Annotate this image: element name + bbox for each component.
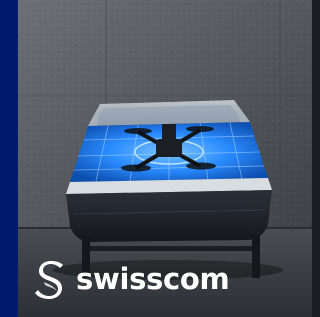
- swisscom-logo: swisscom: [30, 258, 230, 300]
- image-frame: swisscom: [0, 0, 312, 317]
- brand-side-bar: [0, 0, 18, 317]
- brand-name: swisscom: [76, 262, 230, 296]
- swisscom-logo-icon: [35, 261, 63, 299]
- dock-leg-right: [252, 234, 260, 278]
- dock-lid-inner: [94, 105, 244, 124]
- dock-crossbar: [90, 246, 252, 251]
- dock-housing: [66, 190, 272, 242]
